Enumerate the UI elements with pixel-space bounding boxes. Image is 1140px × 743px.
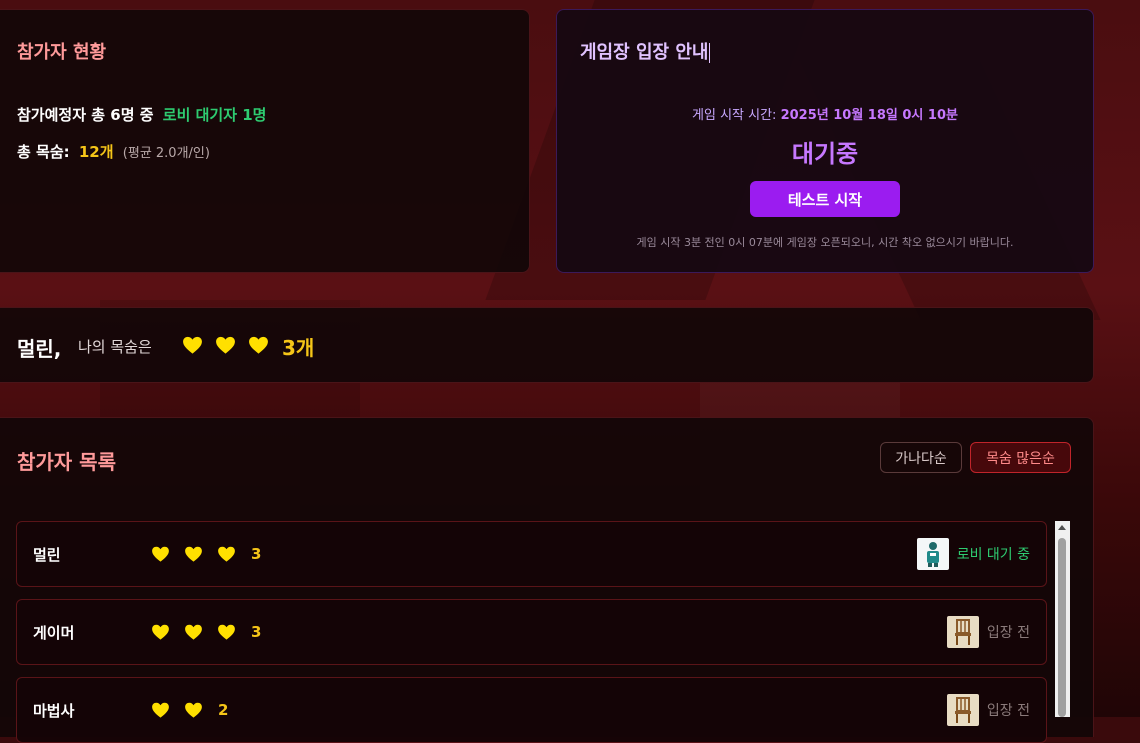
participant-status: 입장 전: [946, 694, 1030, 726]
game-state: 대기중: [791, 140, 859, 168]
total-lives-value: 12개: [78, 143, 114, 161]
entry-notice: 게임 시작 3분 전인 0시 07분에 게임장 오픈되오니, 시간 착오 없으시…: [636, 236, 1014, 249]
chair-icon: [946, 694, 979, 726]
participant-hearts: [151, 546, 236, 562]
participant-hearts: [151, 624, 236, 640]
participant-lives-count: 2: [218, 701, 229, 719]
my-lives-label: 나의 목숨은: [78, 338, 152, 356]
my-lives-hearts: [182, 336, 269, 354]
scrollbar-thumb[interactable]: [1058, 538, 1066, 717]
heart-icon: [184, 624, 203, 640]
participant-status-text: 로비 대기 중: [956, 547, 1030, 563]
start-time-value: 2025년 10월 18일 0시 10분: [780, 108, 958, 123]
participant-status: 입장 전: [946, 616, 1030, 648]
start-time-line: 게임 시작 시간: 2025년 10월 18일 0시 10분: [557, 104, 1093, 123]
start-time-label: 게임 시작 시간:: [692, 108, 777, 123]
heart-icon: [184, 702, 203, 718]
player-avatar-icon: [916, 538, 949, 570]
text-cursor: [709, 43, 711, 63]
participant-lives-count: 3: [251, 623, 262, 641]
expected-mid: 중: [139, 106, 154, 124]
heart-icon: [215, 336, 236, 354]
participant-status-text: 입장 전: [986, 703, 1030, 719]
participant-name: 마법사: [33, 702, 75, 720]
my-lives-panel: 멀린, 나의 목숨은 3개: [0, 307, 1094, 383]
heart-icon: [182, 336, 203, 354]
participant-row[interactable]: 마법사 2 입장 전: [16, 677, 1047, 743]
participant-row[interactable]: 게이머 3 입장 전: [16, 599, 1047, 665]
sort-most-lives-button[interactable]: 목숨 많은순: [970, 442, 1071, 473]
heart-icon: [248, 336, 269, 354]
scroll-up-arrow-icon[interactable]: [1058, 525, 1066, 530]
heart-icon: [184, 546, 203, 562]
heart-icon: [217, 546, 236, 562]
my-name: 멀린,: [17, 337, 62, 361]
average-lives: (평균 2.0개/인): [122, 146, 210, 161]
heart-icon: [151, 624, 170, 640]
participant-name: 게이머: [33, 624, 75, 642]
expected-participants-line: 참가예정자 총 6명 중 로비 대기자 1명: [17, 104, 266, 125]
heart-icon: [217, 624, 236, 640]
participant-list-title: 참가자 목록: [17, 450, 116, 474]
expected-prefix: 참가예정자 총: [17, 106, 106, 124]
chair-icon: [946, 616, 979, 648]
lobby-waiting-count: 로비 대기자 1명: [162, 106, 267, 124]
participant-row[interactable]: 멀린 3 로비 대기 중: [16, 521, 1047, 587]
sort-alphabetical-button[interactable]: 가나다순: [880, 442, 962, 473]
heart-icon: [151, 546, 170, 562]
total-lives-label: 총 목숨:: [17, 143, 70, 161]
participant-status: 로비 대기 중: [916, 538, 1030, 570]
participant-hearts: [151, 702, 203, 718]
list-scrollbar[interactable]: [1055, 521, 1070, 717]
participant-status-text: 입장 전: [986, 625, 1030, 641]
game-entry-title: 게임장 입장 안내: [580, 38, 711, 64]
participant-status-title: 참가자 현황: [17, 42, 107, 63]
expected-count: 6명: [110, 106, 135, 124]
test-start-button[interactable]: 테스트 시작: [750, 181, 900, 217]
my-lives-count: 3개: [282, 336, 315, 360]
game-entry-title-text: 게임장 입장 안내: [580, 42, 709, 63]
participant-status-panel: 참가자 현황 참가예정자 총 6명 중 로비 대기자 1명 총 목숨: 12개 …: [0, 9, 530, 273]
participant-lives-count: 3: [251, 545, 262, 563]
total-lives-line: 총 목숨: 12개 (평균 2.0개/인): [17, 141, 210, 162]
heart-icon: [151, 702, 170, 718]
participant-name: 멀린: [33, 546, 61, 564]
game-entry-panel: 게임장 입장 안내 게임 시작 시간: 2025년 10월 18일 0시 10분…: [556, 9, 1094, 273]
